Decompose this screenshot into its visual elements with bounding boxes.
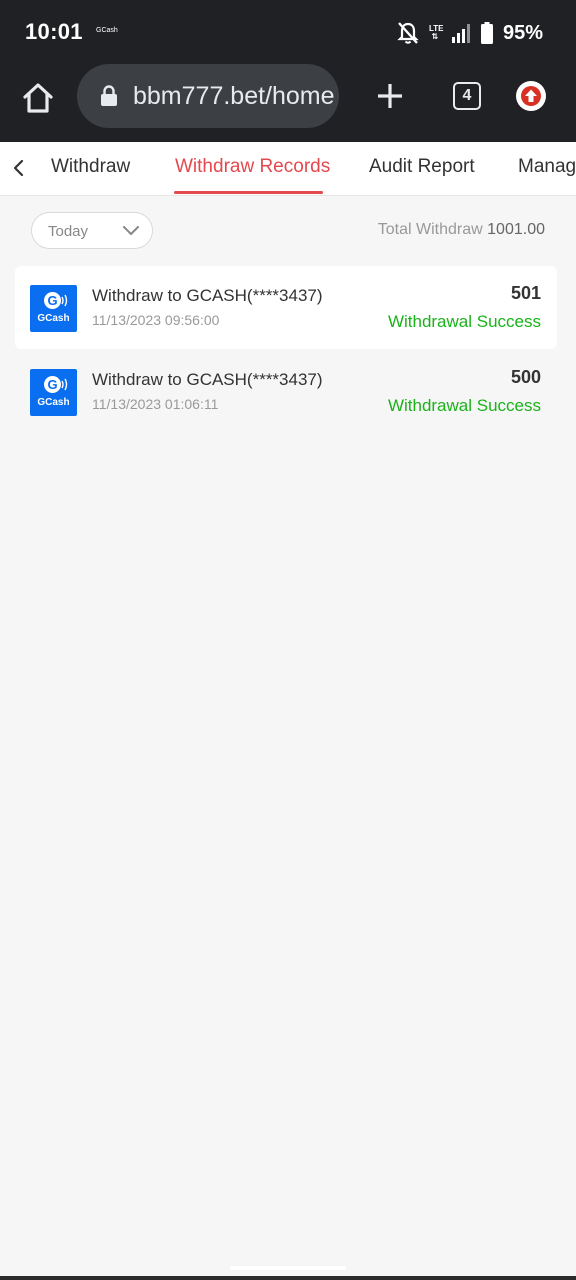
lte-icon: LTE ⇅ bbox=[428, 24, 444, 41]
total-withdraw-label: Total Withdraw bbox=[377, 221, 483, 238]
signal-waves-icon bbox=[61, 294, 68, 307]
battery-percent: 95% bbox=[502, 21, 543, 44]
withdraw-tab-nav: Withdraw Withdraw Records Audit Report M… bbox=[0, 142, 576, 196]
record-time: 11/13/2023 01:06:11 bbox=[92, 396, 219, 412]
gcash-notification-icon: GCash bbox=[96, 27, 118, 34]
signal-waves-icon bbox=[61, 378, 68, 391]
status-bar: 10:01 GCash LTE ⇅ 95% bbox=[0, 0, 576, 64]
gcash-logo: G GCash bbox=[30, 369, 77, 416]
update-button[interactable] bbox=[516, 81, 546, 111]
record-title: Withdraw to GCASH(****3437) bbox=[92, 370, 323, 389]
record-amount: 501 bbox=[510, 283, 541, 303]
bell-off-icon bbox=[397, 22, 419, 44]
battery-icon bbox=[480, 22, 493, 44]
status-time: 10:01 bbox=[25, 19, 83, 44]
record-status: Withdrawal Success bbox=[387, 396, 541, 415]
browser-toolbar: bbm777.bet/home 4 bbox=[0, 64, 576, 142]
date-filter-select[interactable]: Today bbox=[31, 212, 153, 249]
tab-withdraw-records[interactable]: Withdraw Records bbox=[175, 142, 330, 195]
record-amount: 500 bbox=[510, 367, 541, 387]
tab-management[interactable]: Management bbox=[518, 142, 576, 195]
signal-icon bbox=[451, 24, 470, 43]
active-tab-indicator bbox=[174, 191, 323, 194]
tab-withdraw[interactable]: Withdraw bbox=[51, 142, 130, 195]
record-item[interactable]: G GCash Withdraw to GCASH(****3437) 11/1… bbox=[15, 266, 557, 349]
gesture-handle[interactable] bbox=[230, 1266, 346, 1270]
new-tab-button[interactable] bbox=[375, 81, 405, 111]
date-filter-value: Today bbox=[48, 223, 89, 240]
gcash-g-icon: G bbox=[44, 376, 61, 393]
update-icon bbox=[521, 86, 541, 106]
back-chevron-icon[interactable] bbox=[8, 157, 30, 179]
home-icon[interactable] bbox=[20, 80, 56, 116]
total-withdraw: Total Withdraw 1001.00 bbox=[378, 221, 545, 239]
navigation-bar bbox=[0, 1276, 576, 1280]
gcash-logo: G GCash bbox=[30, 285, 77, 332]
record-time: 11/13/2023 09:56:00 bbox=[92, 312, 220, 328]
gcash-logo-text: GCash bbox=[37, 313, 70, 324]
gcash-g-icon: G bbox=[44, 292, 61, 309]
record-title: Withdraw to GCASH(****3437) bbox=[92, 286, 323, 305]
chevron-down-icon bbox=[123, 226, 139, 235]
gcash-logo-text: GCash bbox=[37, 397, 70, 408]
record-status: Withdrawal Success bbox=[387, 312, 541, 331]
tab-switcher-button[interactable]: 4 bbox=[453, 82, 481, 110]
url-text: bbm777.bet/home bbox=[133, 81, 335, 110]
lock-icon bbox=[101, 85, 117, 106]
status-icons: LTE ⇅ 95% bbox=[397, 19, 543, 47]
address-bar[interactable]: bbm777.bet/home bbox=[77, 64, 339, 128]
record-item[interactable]: G GCash Withdraw to GCASH(****3437) 11/1… bbox=[15, 350, 557, 433]
total-withdraw-value: 1001.00 bbox=[487, 221, 545, 238]
tab-audit-report[interactable]: Audit Report bbox=[369, 142, 475, 195]
